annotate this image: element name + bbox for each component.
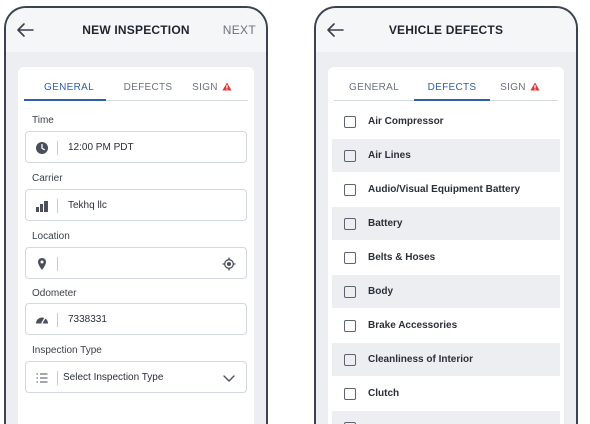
defect-item[interactable]: Belts & Hoses — [332, 241, 560, 274]
carrier-label: Carrier — [32, 173, 63, 184]
tab-label: DEFECTS — [123, 82, 173, 93]
tab-label: SIGN — [500, 82, 526, 93]
defect-item[interactable]: Audio/Visual Equipment Battery — [332, 173, 560, 206]
tab-bar: GENERAL DEFECTS SIGN — [24, 75, 248, 101]
carrier-value: Tekhq llc — [68, 200, 107, 211]
time-field[interactable]: 12:00 PM PDT — [25, 131, 247, 163]
location-field[interactable] — [25, 247, 247, 279]
defect-item[interactable]: Air Lines — [332, 139, 560, 172]
divider — [57, 141, 58, 155]
tab-general[interactable]: GENERAL — [30, 82, 108, 93]
defect-checkbox[interactable] — [344, 388, 356, 400]
tab-sign[interactable]: SIGN — [492, 82, 548, 93]
defect-label: Belts & Hoses — [368, 252, 436, 263]
defect-checkbox[interactable] — [344, 184, 356, 196]
divider — [57, 199, 58, 213]
inspection-type-label: Inspection Type — [32, 345, 102, 356]
active-tab-indicator — [414, 99, 490, 101]
warning-icon — [222, 82, 232, 91]
warning-icon — [530, 82, 540, 91]
defect-item-partial[interactable] — [332, 411, 560, 424]
defect-label: Battery — [368, 218, 403, 229]
defect-item[interactable]: Battery — [332, 207, 560, 240]
defect-checkbox[interactable] — [344, 286, 356, 298]
page-title: VEHICLE DEFECTS — [388, 23, 504, 37]
chevron-down-icon[interactable] — [222, 371, 236, 385]
app-bar: NEW INSPECTION NEXT — [6, 8, 266, 52]
location-label: Location — [32, 231, 70, 242]
defect-item[interactable]: Brake Accessories — [332, 309, 560, 342]
clock-icon — [36, 142, 48, 154]
defect-checkbox[interactable] — [344, 354, 356, 366]
building-icon — [36, 201, 48, 212]
odometer-label: Odometer — [32, 288, 77, 299]
location-pin-icon — [38, 258, 46, 270]
speedometer-icon — [36, 317, 48, 324]
active-tab-indicator — [24, 99, 106, 101]
defect-checkbox[interactable] — [344, 320, 356, 332]
defect-label: Cleanliness of Interior — [368, 354, 474, 365]
odometer-field[interactable]: 7338331 — [25, 303, 247, 335]
defect-item[interactable]: Air Compressor — [332, 105, 560, 138]
tab-label: DEFECTS — [427, 82, 477, 93]
defect-label: Body — [368, 286, 393, 297]
divider — [57, 371, 58, 385]
defect-label: Air Compressor — [368, 116, 444, 127]
form-card: GENERAL DEFECTS SIGN Time 12:00 PM PDT C… — [18, 67, 254, 424]
tab-label: SIGN — [192, 82, 218, 93]
tab-defects[interactable]: DEFECTS — [112, 82, 184, 93]
app-bar: VEHICLE DEFECTS — [316, 8, 576, 52]
gps-target-icon[interactable] — [222, 257, 236, 271]
defect-item[interactable]: Cleanliness of Interior — [332, 343, 560, 376]
defect-item[interactable]: Body — [332, 275, 560, 308]
tab-general[interactable]: GENERAL — [338, 82, 410, 93]
defect-checkbox[interactable] — [344, 150, 356, 162]
tab-label: GENERAL — [44, 82, 94, 93]
carrier-field[interactable]: Tekhq llc — [25, 189, 247, 221]
defect-item[interactable]: Clutch — [332, 377, 560, 410]
divider — [57, 257, 58, 271]
tab-defects[interactable]: DEFECTS — [416, 82, 488, 93]
defect-label: Air Lines — [368, 150, 411, 161]
divider — [57, 313, 58, 327]
list-icon — [36, 373, 48, 383]
defect-label: Audio/Visual Equipment Battery — [368, 184, 521, 195]
inspection-type-value: Select Inspection Type — [63, 372, 164, 383]
time-value: 12:00 PM PDT — [68, 142, 134, 153]
new-inspection-screen: NEW INSPECTION NEXT GENERAL DEFECTS SIGN… — [4, 6, 268, 424]
defect-checkbox[interactable] — [344, 218, 356, 230]
inspection-type-select[interactable]: Select Inspection Type — [25, 361, 247, 393]
next-button[interactable]: NEXT — [223, 23, 256, 37]
defect-checkbox[interactable] — [344, 252, 356, 264]
defects-card: GENERAL DEFECTS SIGN Air Compressor Air … — [328, 67, 564, 424]
defect-label: Clutch — [368, 388, 400, 399]
odometer-value: 7338331 — [68, 314, 107, 325]
defect-label: Brake Accessories — [368, 320, 458, 331]
defect-checkbox[interactable] — [344, 116, 356, 128]
time-label: Time — [32, 115, 54, 126]
vehicle-defects-screen: VEHICLE DEFECTS GENERAL DEFECTS SIGN Air… — [314, 6, 578, 424]
tab-sign[interactable]: SIGN — [184, 82, 240, 93]
tab-label: GENERAL — [349, 82, 399, 93]
tab-bar: GENERAL DEFECTS SIGN — [334, 75, 558, 101]
